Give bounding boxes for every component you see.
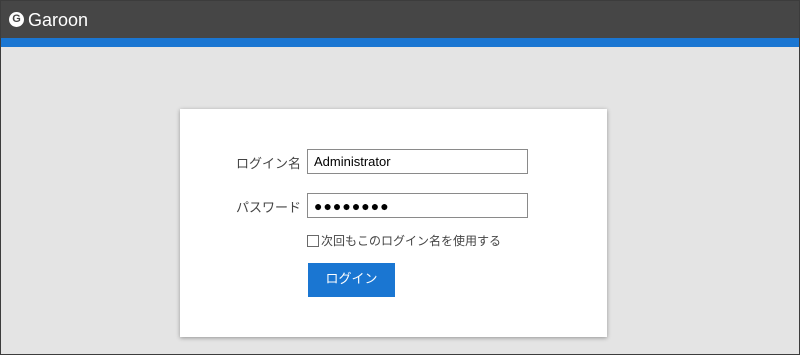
garoon-logo: G Garoon <box>9 10 88 30</box>
garoon-logo-icon: G <box>9 12 24 27</box>
password-input[interactable] <box>307 193 528 218</box>
remember-login-option[interactable]: 次回もこのログイン名を使用する <box>307 232 501 249</box>
header-accent-bar <box>1 38 799 47</box>
login-name-input[interactable] <box>307 149 528 174</box>
remember-login-label[interactable]: 次回もこのログイン名を使用する <box>321 232 501 249</box>
app-header: G Garoon <box>1 1 799 38</box>
app-name: Garoon <box>28 9 89 30</box>
password-label: パスワード <box>235 201 301 216</box>
login-button[interactable]: ログイン <box>308 263 395 297</box>
login-page: G Garoon ログイン名 パスワード 次回もこのログイン名を使用する ログイ… <box>0 0 800 355</box>
remember-login-checkbox[interactable] <box>307 234 319 247</box>
login-card: ログイン名 パスワード 次回もこのログイン名を使用する ログイン <box>180 109 607 337</box>
login-name-label: ログイン名 <box>235 157 301 172</box>
